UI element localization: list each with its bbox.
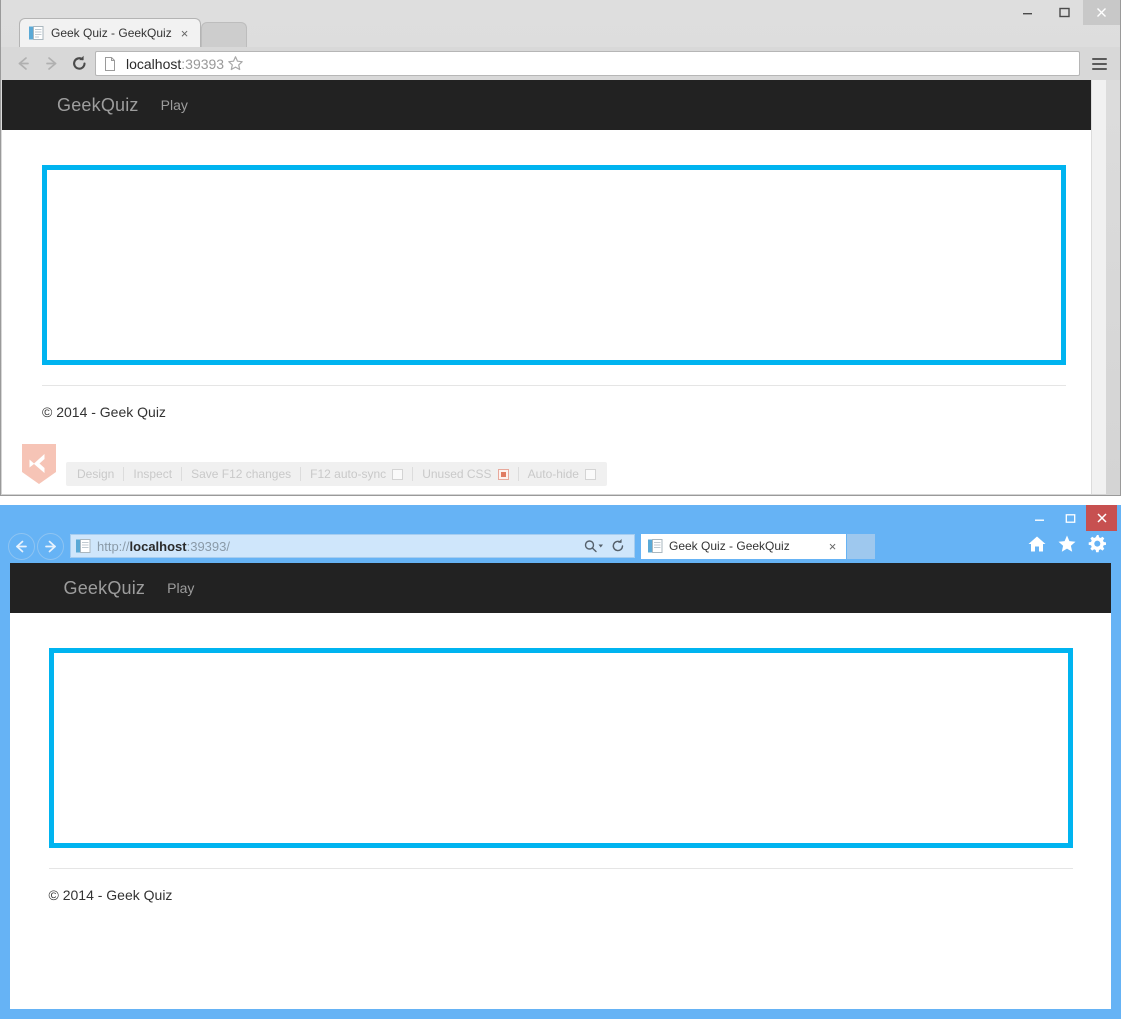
- site-brand[interactable]: GeekQuiz: [57, 95, 139, 116]
- ie-titlebar: [0, 505, 1121, 531]
- ie-window-controls: [1024, 505, 1117, 531]
- browser-link-save-label: Save F12 changes: [191, 467, 292, 481]
- browser-link-autohide-toggle[interactable]: Auto-hide: [519, 467, 605, 481]
- menu-bar-1: [1091, 57, 1107, 60]
- chrome-new-tab-button[interactable]: [201, 22, 247, 47]
- url-rest: :39393/: [186, 538, 230, 554]
- chrome-minimize-button[interactable]: [1009, 0, 1046, 25]
- reload-button[interactable]: [65, 50, 93, 78]
- chrome-tab-title: Geek Quiz - GeekQuiz: [51, 26, 172, 40]
- screenshot-root: Geek Quiz - GeekQuiz × localhost:39393 G…: [0, 0, 1121, 1019]
- chrome-scrollbar[interactable]: [1091, 80, 1106, 494]
- browser-link-strip: Design Inspect Save F12 changes F12 auto…: [66, 462, 607, 486]
- chrome-viewport: GeekQuiz Play © 2014 - Geek Quiz Design …: [2, 80, 1106, 494]
- site-navbar: GeekQuiz Play: [10, 563, 1111, 613]
- chrome-url-text: localhost:39393: [126, 56, 224, 72]
- site-body: © 2014 - Geek Quiz: [2, 165, 1106, 420]
- ie-new-tab-button[interactable]: [847, 533, 875, 559]
- ie-maximize-button[interactable]: [1055, 505, 1086, 531]
- browser-link-autohide-label: Auto-hide: [527, 467, 579, 481]
- internet-explorer-window: http://localhost:39393/ Geek Quiz - Geek…: [0, 505, 1121, 1019]
- chrome-titlebar: Geek Quiz - GeekQuiz ×: [1, 0, 1120, 47]
- chrome-address-bar[interactable]: localhost:39393: [95, 51, 1080, 76]
- nav-link-play[interactable]: Play: [161, 97, 188, 113]
- page-favicon: [28, 25, 44, 41]
- url-port: :39393: [181, 55, 225, 72]
- bookmark-star-icon[interactable]: [224, 53, 246, 75]
- page-favicon: [647, 538, 663, 554]
- chrome-menu-button[interactable]: [1086, 50, 1112, 78]
- menu-bar-2: [1091, 62, 1107, 65]
- ie-minimize-button[interactable]: [1024, 505, 1055, 531]
- site-footer: © 2014 - Geek Quiz: [42, 404, 166, 420]
- ie-back-button[interactable]: [8, 532, 35, 560]
- chrome-close-button[interactable]: [1083, 0, 1120, 25]
- browser-link-autosync-label: F12 auto-sync: [310, 467, 387, 481]
- ie-forward-button[interactable]: [37, 532, 64, 560]
- ie-tab-title: Geek Quiz - GeekQuiz: [669, 539, 790, 553]
- chrome-tab-close-icon[interactable]: ×: [177, 26, 192, 41]
- ie-refresh-icon[interactable]: [606, 538, 630, 554]
- page-document-icon: [102, 56, 118, 72]
- browser-link-unused-css-label: Unused CSS: [422, 467, 492, 481]
- ie-tab[interactable]: Geek Quiz - GeekQuiz ×: [641, 533, 846, 559]
- radio-icon-unused-css[interactable]: [497, 468, 509, 480]
- browser-link-design-label: Design: [77, 467, 115, 481]
- site-body: © 2014 - Geek Quiz: [10, 648, 1111, 903]
- back-button[interactable]: [9, 50, 37, 78]
- chrome-window-controls: [1009, 0, 1120, 25]
- chrome-tab[interactable]: Geek Quiz - GeekQuiz ×: [19, 18, 201, 47]
- browser-link-inspect-button[interactable]: Inspect: [124, 467, 181, 481]
- settings-gear-icon[interactable]: [1087, 534, 1107, 559]
- ie-toolbar-icons: [1027, 534, 1113, 559]
- checkbox-icon-autosync[interactable]: [392, 468, 404, 480]
- browser-link-unused-css-button[interactable]: Unused CSS: [413, 467, 517, 481]
- ie-url-text: http://localhost:39393/: [97, 539, 582, 554]
- browser-link-f12-autosync-toggle[interactable]: F12 auto-sync: [301, 467, 412, 481]
- browser-link-inspect-label: Inspect: [133, 467, 173, 481]
- checkbox-icon-autohide[interactable]: [584, 468, 596, 480]
- url-scheme: http://: [97, 538, 130, 554]
- menu-bar-3: [1091, 67, 1107, 70]
- browser-link-save-f12-changes-button[interactable]: Save F12 changes: [182, 467, 300, 481]
- ie-tab-close-icon[interactable]: ×: [825, 539, 840, 554]
- ie-close-button[interactable]: [1086, 505, 1117, 531]
- chrome-toolbar: localhost:39393: [1, 47, 1120, 80]
- site-brand[interactable]: GeekQuiz: [64, 578, 146, 599]
- page-favicon: [75, 538, 91, 554]
- nav-link-play[interactable]: Play: [167, 580, 194, 596]
- ie-navigation-row: http://localhost:39393/ Geek Quiz - Geek…: [0, 531, 1121, 561]
- home-icon[interactable]: [1027, 534, 1047, 559]
- favorites-star-icon[interactable]: [1057, 534, 1077, 559]
- ie-address-bar[interactable]: http://localhost:39393/: [70, 534, 635, 558]
- forward-button[interactable]: [37, 50, 65, 78]
- ie-viewport: GeekQuiz Play © 2014 - Geek Quiz: [10, 563, 1111, 1009]
- site-navbar: GeekQuiz Play: [2, 80, 1106, 130]
- quiz-panel: [48, 648, 1073, 848]
- site-footer: © 2014 - Geek Quiz: [48, 887, 173, 903]
- url-host: localhost: [126, 55, 182, 72]
- quiz-panel: [42, 165, 1066, 365]
- browser-link-toolbar: Design Inspect Save F12 changes F12 auto…: [20, 442, 607, 486]
- visual-studio-logo-icon[interactable]: [20, 442, 58, 486]
- chrome-browser-window: Geek Quiz - GeekQuiz × localhost:39393 G…: [0, 0, 1121, 496]
- ie-search-icon[interactable]: [582, 538, 606, 554]
- url-host: localhost: [129, 538, 187, 554]
- browser-link-design-button[interactable]: Design: [68, 467, 123, 481]
- chrome-maximize-button[interactable]: [1046, 0, 1083, 25]
